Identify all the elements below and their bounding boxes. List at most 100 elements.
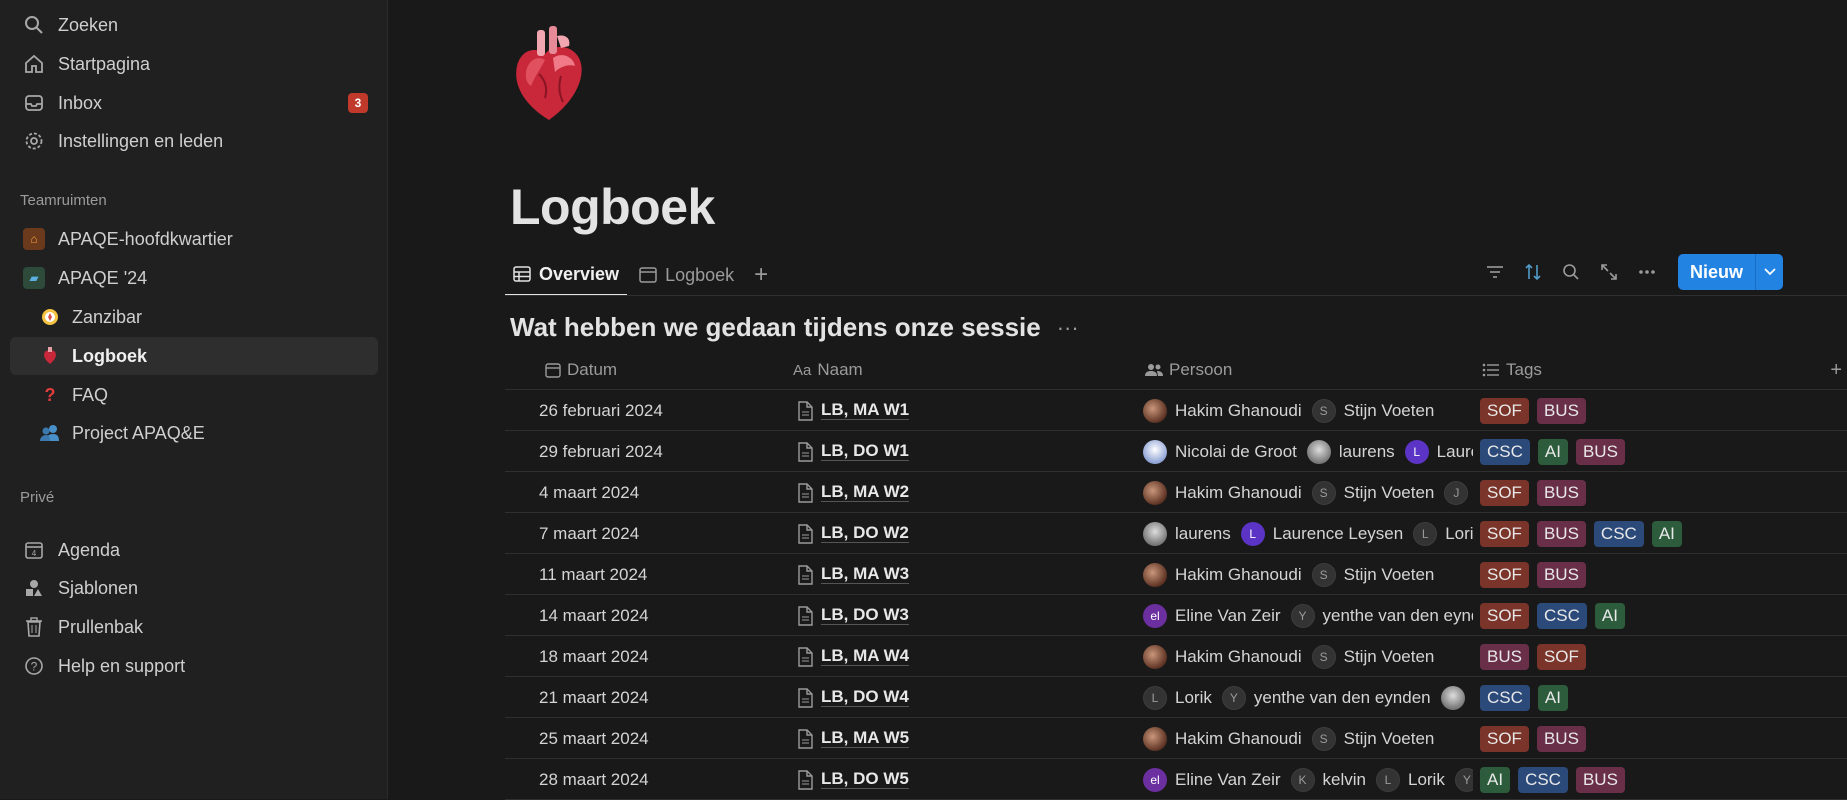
sidebar-item-home[interactable]: Startpagina bbox=[10, 45, 378, 83]
date-cell[interactable]: 11 maart 2024 bbox=[539, 554, 799, 595]
tags-cell[interactable]: SOF CSC AI bbox=[1480, 595, 1810, 636]
tags-cell[interactable]: AI CSC BUS bbox=[1480, 759, 1810, 800]
sidebar-item-help[interactable]: ? Help en support bbox=[10, 647, 378, 685]
person-cell[interactable]: Hakim Ghanoudi S Stijn Voeten bbox=[1143, 636, 1473, 677]
add-view-button[interactable]: + bbox=[746, 261, 776, 289]
expand-icon[interactable] bbox=[1592, 255, 1626, 289]
sidebar-item-faq[interactable]: ? FAQ bbox=[10, 376, 378, 414]
person-cell[interactable]: Hakim Ghanoudi S Stijn Voeten bbox=[1143, 390, 1473, 431]
sort-icon[interactable] bbox=[1516, 255, 1550, 289]
page-link[interactable]: LB, DO W5 bbox=[821, 770, 909, 789]
database-more-icon[interactable]: ··· bbox=[1057, 315, 1079, 341]
person-cell[interactable]: Nicolai de Groot laurens L Laurence Leysen bbox=[1143, 431, 1473, 472]
name-cell[interactable]: LB, DO W3 bbox=[797, 595, 1137, 636]
tags-cell[interactable]: SOF BUS bbox=[1480, 390, 1810, 431]
new-button[interactable]: Nieuw bbox=[1678, 254, 1755, 290]
column-header-naam[interactable]: Aa Naam bbox=[793, 350, 863, 390]
table-row[interactable]: 7 maart 2024 LB, DO W2 laurens L Laurence Le… bbox=[505, 513, 1847, 554]
sidebar-item-apaqe-hq[interactable]: ⌂ APAQE-hoofdkwartier bbox=[10, 220, 378, 258]
sidebar-item-project-apaqe[interactable]: Project APAQ&E bbox=[10, 414, 378, 452]
person-cell[interactable]: Hakim Ghanoudi S Stijn Voeten bbox=[1143, 718, 1473, 759]
table-row[interactable]: 25 maart 2024 LB, MA W5 Hakim Ghanoudi S Sti… bbox=[505, 718, 1847, 759]
sidebar-item-templates[interactable]: Sjablonen bbox=[10, 569, 378, 607]
date-cell[interactable]: 14 maart 2024 bbox=[539, 595, 799, 636]
person-chip[interactable]: S Stijn Voeten bbox=[1311, 480, 1434, 505]
table-row[interactable]: 14 maart 2024 LB, DO W3 el Eline Van Zeir Yy… bbox=[505, 595, 1847, 636]
date-cell[interactable]: 28 maart 2024 bbox=[539, 759, 799, 800]
tags-cell[interactable]: CSC AI BUS bbox=[1480, 431, 1810, 472]
name-cell[interactable]: LB, DO W1 bbox=[797, 431, 1137, 472]
tags-cell[interactable]: CSC AI bbox=[1480, 677, 1810, 718]
sidebar-item-inbox[interactable]: Inbox 3 bbox=[10, 84, 378, 122]
sidebar-item-agenda[interactable]: 4 Agenda bbox=[10, 531, 378, 569]
person-chip[interactable]: el Eline Van Zeir bbox=[1143, 767, 1281, 792]
page-link[interactable]: LB, MA W5 bbox=[821, 729, 910, 748]
table-row[interactable]: 26 februari 2024 LB, MA W1 Hakim Ghanoudi S… bbox=[505, 390, 1847, 431]
person-cell[interactable]: el Eline Van Zeir Kkelvin L Lorik Y bbox=[1143, 759, 1473, 800]
page-link[interactable]: LB, DO W4 bbox=[821, 688, 909, 707]
name-cell[interactable]: LB, DO W5 bbox=[797, 759, 1137, 800]
date-cell[interactable]: 7 maart 2024 bbox=[539, 513, 799, 554]
page-link[interactable]: LB, MA W4 bbox=[821, 647, 910, 666]
person-chip[interactable]: Hakim Ghanoudi bbox=[1143, 562, 1302, 587]
page-title[interactable]: Logboek bbox=[510, 178, 715, 236]
person-chip[interactable]: S Stijn Voeten bbox=[1311, 562, 1434, 587]
table-row[interactable]: 4 maart 2024 LB, MA W2 Hakim Ghanoudi S Stij… bbox=[505, 472, 1847, 513]
person-chip[interactable]: S Stijn Voeten bbox=[1311, 726, 1434, 751]
person-chip[interactable]: S Stijn Voeten bbox=[1311, 644, 1434, 669]
person-cell[interactable]: L Lorik Yyenthe van den eynden bbox=[1143, 677, 1473, 718]
page-link[interactable]: LB, DO W3 bbox=[821, 606, 909, 625]
filter-icon[interactable] bbox=[1478, 255, 1512, 289]
sidebar-item-logboek[interactable]: Logboek bbox=[10, 337, 378, 375]
tags-cell[interactable]: BUS SOF bbox=[1480, 636, 1810, 677]
add-column-icon[interactable]: + bbox=[1830, 359, 1842, 382]
tags-cell[interactable]: SOF BUS CSC AI bbox=[1480, 513, 1810, 554]
person-chip[interactable]: laurens bbox=[1306, 439, 1395, 464]
person-chip[interactable]: Hakim Ghanoudi bbox=[1143, 726, 1302, 751]
name-cell[interactable]: LB, DO W2 bbox=[797, 513, 1137, 554]
date-cell[interactable]: 26 februari 2024 bbox=[539, 390, 799, 431]
tags-cell[interactable]: SOF BUS bbox=[1480, 554, 1810, 595]
person-chip[interactable]: S Stijn Voeten bbox=[1311, 398, 1434, 423]
name-cell[interactable]: LB, DO W4 bbox=[797, 677, 1137, 718]
date-cell[interactable]: 29 februari 2024 bbox=[539, 431, 799, 472]
date-cell[interactable]: 21 maart 2024 bbox=[539, 677, 799, 718]
person-chip[interactable]: el Eline Van Zeir bbox=[1143, 603, 1281, 628]
sidebar-item-settings[interactable]: Instellingen en leden bbox=[10, 122, 378, 160]
person-chip[interactable]: L Lorik bbox=[1375, 767, 1445, 792]
name-cell[interactable]: LB, MA W4 bbox=[797, 636, 1137, 677]
person-chip[interactable]: L Lorik bbox=[1143, 685, 1212, 710]
date-cell[interactable]: 25 maart 2024 bbox=[539, 718, 799, 759]
person-chip[interactable]: Yyenthe van den eynden bbox=[1221, 685, 1431, 710]
person-chip[interactable]: L Laurence Leysen bbox=[1404, 439, 1473, 464]
person-chip[interactable]: J bbox=[1444, 480, 1473, 505]
column-header-persoon[interactable]: Persoon bbox=[1145, 350, 1232, 390]
person-chip[interactable]: Hakim Ghanoudi bbox=[1143, 398, 1302, 423]
table-row[interactable]: 11 maart 2024 LB, MA W3 Hakim Ghanoudi S Sti… bbox=[505, 554, 1847, 595]
sidebar-item-apaqe-24[interactable]: ▰ APAQE '24 bbox=[10, 259, 378, 297]
tab-logboek[interactable]: Logboek bbox=[631, 254, 742, 296]
date-cell[interactable]: 18 maart 2024 bbox=[539, 636, 799, 677]
page-link[interactable]: LB, MA W3 bbox=[821, 565, 910, 584]
table-row[interactable]: 18 maart 2024 LB, MA W4 Hakim Ghanoudi S Sti… bbox=[505, 636, 1847, 677]
tab-overview[interactable]: Overview bbox=[505, 254, 628, 296]
sidebar-item-zanzibar[interactable]: Zanzibar bbox=[10, 298, 378, 336]
sidebar-item-search[interactable]: Zoeken bbox=[10, 6, 378, 44]
tags-cell[interactable]: SOF BUS bbox=[1480, 718, 1810, 759]
chevron-down-icon[interactable] bbox=[1755, 254, 1783, 290]
page-link[interactable]: LB, MA W2 bbox=[821, 483, 910, 502]
database-title-text[interactable]: Wat hebben we gedaan tijdens onze sessie bbox=[510, 312, 1041, 343]
table-row[interactable]: 21 maart 2024 LB, DO W4 L Lorik Yyenthe van … bbox=[505, 677, 1847, 718]
table-row[interactable]: 28 maart 2024 LB, DO W5 el Eline Van Zeir Kk… bbox=[505, 759, 1847, 800]
column-header-tags[interactable]: Tags bbox=[1482, 350, 1542, 390]
person-chip[interactable]: Hakim Ghanoudi bbox=[1143, 480, 1302, 505]
person-cell[interactable]: el Eline Van Zeir Yyenthe van den eynden bbox=[1143, 595, 1473, 636]
more-icon[interactable] bbox=[1630, 255, 1664, 289]
person-chip[interactable]: L Lorik bbox=[1413, 521, 1473, 546]
name-cell[interactable]: LB, MA W1 bbox=[797, 390, 1137, 431]
page-link[interactable]: LB, DO W2 bbox=[821, 524, 909, 543]
person-chip[interactable] bbox=[1440, 685, 1473, 710]
person-chip[interactable]: Yyenthe van den eynden bbox=[1290, 603, 1473, 628]
person-chip[interactable]: Nicolai de Groot bbox=[1143, 439, 1297, 464]
page-link[interactable]: LB, MA W1 bbox=[821, 401, 910, 420]
